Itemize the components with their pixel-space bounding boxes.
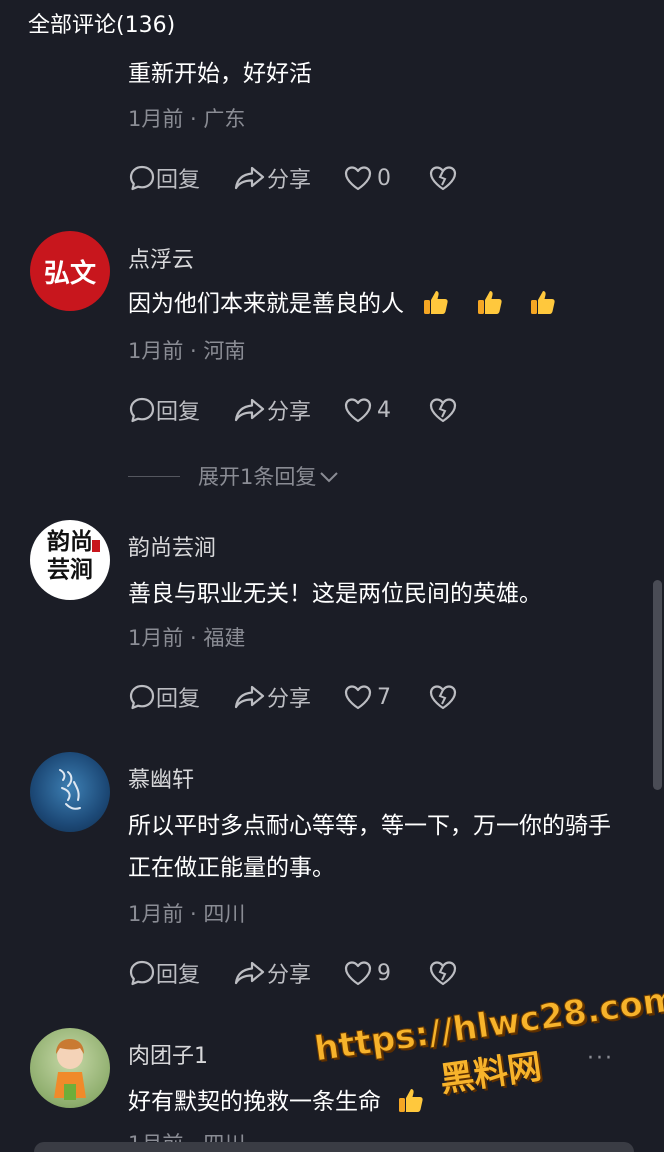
username[interactable]: 韵尚芸涧 <box>128 530 216 562</box>
comment-text: 重新开始，好好活 <box>128 61 312 87</box>
username[interactable]: 点浮云 <box>128 242 194 274</box>
heart-icon <box>344 961 372 986</box>
avatar[interactable] <box>30 752 110 832</box>
reply-icon <box>129 165 155 191</box>
comment-text: 因为他们本来就是善良的人 <box>128 283 628 325</box>
broken-heart-icon <box>429 166 457 191</box>
calligraphy-art-icon <box>59 769 81 810</box>
comments-header: 全部评论(136) <box>0 0 664 44</box>
cartoon-girl-icon <box>54 1039 86 1100</box>
reply-button[interactable]: 回复 <box>128 681 233 713</box>
comment-meta: 1月前 · 河南 <box>128 339 246 363</box>
reply-label: 回复 <box>156 963 201 988</box>
avatar[interactable]: 韵尚芸涧 <box>30 520 110 600</box>
comment-actions: 回复 分享 9 <box>128 958 458 988</box>
dislike-button[interactable] <box>428 164 458 192</box>
dislike-button[interactable] <box>428 396 458 424</box>
share-button[interactable]: 分享 <box>233 394 343 426</box>
broken-heart-icon <box>429 685 457 710</box>
comment-meta: 1月前 · 福建 <box>128 626 246 650</box>
share-button[interactable]: 分享 <box>233 681 343 713</box>
share-icon <box>234 961 265 985</box>
comment-meta: 1月前 · 四川 <box>128 902 246 926</box>
like-count: 9 <box>377 960 391 986</box>
reply-label: 回复 <box>156 168 201 193</box>
share-icon <box>234 398 265 422</box>
reply-icon <box>129 397 155 423</box>
comment-text: 所以平时多点耐心等等，等一下，万一你的骑手正在做正能量的事。 <box>128 813 611 881</box>
like-button[interactable]: 9 <box>343 959 428 987</box>
avatar[interactable] <box>30 1028 110 1108</box>
share-button[interactable]: 分享 <box>233 162 343 194</box>
username[interactable]: 肉团子1 <box>128 1038 208 1070</box>
like-button[interactable]: 7 <box>343 683 428 711</box>
scrollbar-track[interactable] <box>652 0 662 1152</box>
share-icon <box>234 166 265 190</box>
like-count: 4 <box>377 397 391 423</box>
thumbs-up-icon <box>475 287 505 317</box>
thumbs-up-icon <box>421 287 451 317</box>
comment-actions: 回复 分享 0 <box>128 163 458 193</box>
reply-label: 回复 <box>156 400 201 425</box>
comment-text-body: 因为他们本来就是善良的人 <box>128 291 404 317</box>
share-label: 分享 <box>267 963 312 988</box>
comment-text: 善良与职业无关！这是两位民间的英雄。 <box>128 581 542 607</box>
reply-icon <box>129 684 155 710</box>
username[interactable]: 慕幽轩 <box>128 762 194 794</box>
reply-button[interactable]: 回复 <box>128 394 233 426</box>
like-count: 7 <box>377 684 391 710</box>
like-button[interactable]: 4 <box>343 396 428 424</box>
reply-icon <box>129 960 155 986</box>
reply-button[interactable]: 回复 <box>128 957 233 989</box>
scrollbar-thumb[interactable] <box>653 580 662 790</box>
comment-input-bar[interactable] <box>34 1142 634 1152</box>
share-label: 分享 <box>267 168 312 193</box>
like-button[interactable]: 0 <box>343 164 428 192</box>
dislike-button[interactable] <box>428 959 458 987</box>
avatar[interactable]: 弘文 <box>30 231 110 311</box>
share-button[interactable]: 分享 <box>233 957 343 989</box>
share-label: 分享 <box>267 687 312 712</box>
avatar-text: 韵尚芸涧 <box>47 528 93 583</box>
heart-icon <box>344 166 372 191</box>
divider-line <box>128 475 180 477</box>
reply-label: 回复 <box>156 687 201 712</box>
comment-actions: 回复 分享 4 <box>128 395 458 425</box>
thumbs-up-icon <box>528 287 558 317</box>
like-count: 0 <box>377 165 391 191</box>
seal-icon <box>92 540 100 552</box>
comment-meta: 1月前 · 广东 <box>128 107 246 131</box>
expand-replies-button[interactable]: 展开1条回复 <box>128 461 340 491</box>
expand-replies-label: 展开1条回复 <box>198 465 317 489</box>
dislike-button[interactable] <box>428 683 458 711</box>
heart-icon <box>344 398 372 423</box>
comments-count-title: 全部评论(136) <box>28 13 176 38</box>
reply-button[interactable]: 回复 <box>128 162 233 194</box>
chevron-down-icon <box>320 472 339 483</box>
avatar-text: 弘文 <box>43 259 96 289</box>
share-icon <box>234 685 265 709</box>
broken-heart-icon <box>429 961 457 986</box>
broken-heart-icon <box>429 398 457 423</box>
share-label: 分享 <box>267 400 312 425</box>
comment-actions: 回复 分享 7 <box>128 682 458 712</box>
heart-icon <box>344 685 372 710</box>
